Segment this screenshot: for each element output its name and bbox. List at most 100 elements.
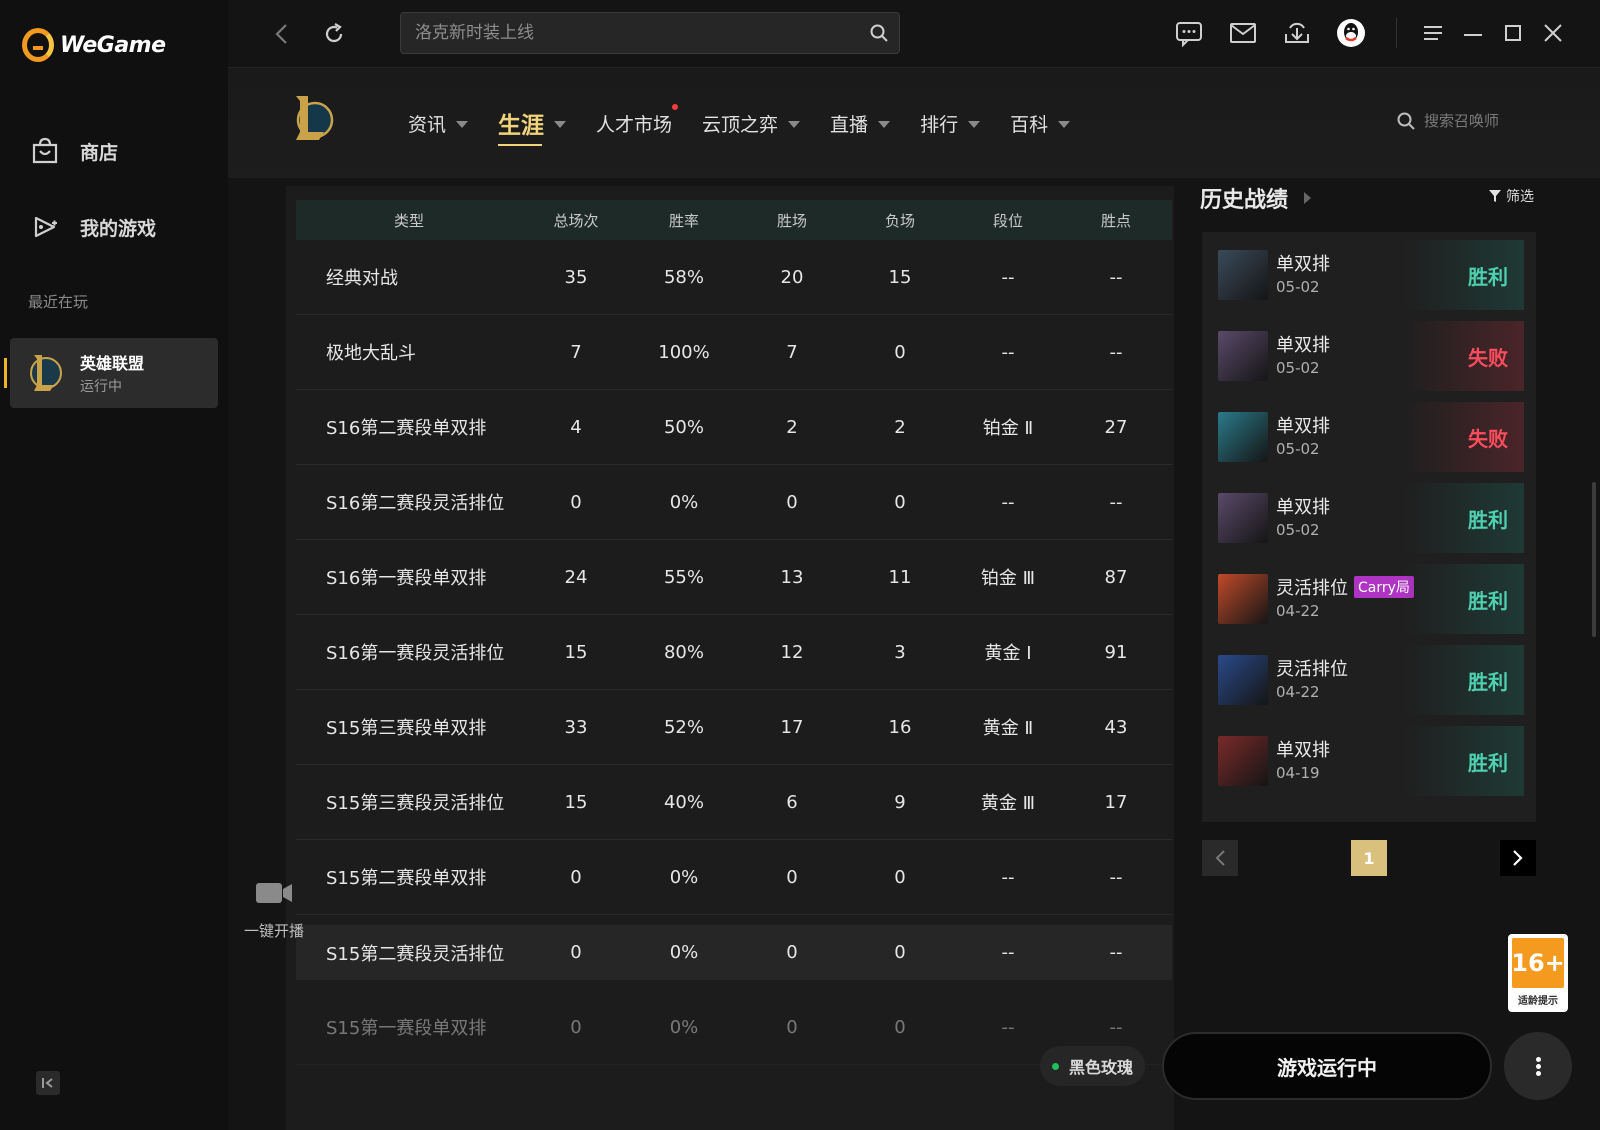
mail-icon[interactable] [1228,18,1258,48]
table-row[interactable]: S16第一赛段单双排 24 55% 13 11 铂金 Ⅲ 87 [296,540,1172,615]
cell-losses: 3 [894,641,906,663]
match-history-item[interactable]: 单双排 05-02 失败 [1218,321,1524,391]
match-mode-text: 单双排 [1276,740,1330,761]
tab-ranking[interactable]: 排行 [920,106,981,140]
filter-label: 筛选 [1506,189,1534,205]
tab-talent-market[interactable]: 人才市场 [596,104,679,140]
download-icon[interactable] [1282,18,1312,48]
match-result: 胜利 [1404,726,1524,796]
sidebar-item-label: 商店 [80,141,119,164]
tab-live[interactable]: 直播 [830,106,891,140]
header-wins: 胜场 [776,211,807,230]
cell-losses: 2 [894,416,906,438]
header-tier: 段位 [992,211,1023,230]
table-row[interactable]: S16第一赛段灵活排位 15 80% 12 3 黄金 Ⅰ 91 [296,615,1172,690]
next-page-button[interactable] [1500,840,1536,876]
cell-winrate: 55% [663,566,704,588]
cell-total: 4 [570,416,582,438]
search-icon[interactable] [869,23,889,43]
sidebar-item-shop[interactable]: 商店 [30,136,118,166]
table-row[interactable]: 经典对战 35 58% 20 15 -- -- [296,240,1172,315]
cell-total: 0 [570,942,582,963]
match-history-item[interactable]: 灵活排位 04-22 胜利 [1218,645,1524,715]
lol-logo-icon[interactable] [288,92,336,144]
cell-lp: 17 [1104,791,1128,813]
refresh-icon [325,23,343,43]
tab-label: 百科 [1010,113,1049,136]
history-title[interactable]: 历史战绩 [1200,182,1312,214]
back-button[interactable] [268,20,296,48]
tab-career[interactable]: 生涯 [498,106,567,146]
server-selector[interactable]: 黑色玫瑰 [1040,1046,1146,1086]
maximize-icon[interactable] [1498,18,1528,48]
history-title-text: 历史战绩 [1200,188,1289,213]
more-options-button[interactable] [1504,1032,1572,1100]
cell-type: S15第二赛段灵活排位 [326,943,505,965]
sidebar-item-my-games[interactable]: 我的游戏 [30,212,156,242]
table-header: 类型 总场次 胜率 胜场 负场 段位 胜点 [296,200,1172,240]
table-row[interactable]: S15第三赛段灵活排位 15 40% 6 9 黄金 Ⅲ 17 [296,765,1172,840]
cell-lp: -- [1109,266,1123,288]
menu-icon[interactable] [1418,18,1448,48]
collapse-sidebar-button[interactable] [36,1071,60,1095]
champion-avatar [1218,412,1268,462]
recent-game-lol[interactable]: 英雄联盟 运行中 [4,338,218,408]
caret-down-icon [788,120,801,128]
age-rating-badge[interactable]: 16+ 适龄提示 [1508,934,1568,1012]
header-winrate: 胜率 [668,211,699,230]
cell-lp: 91 [1104,641,1128,663]
global-search[interactable] [400,12,900,54]
refresh-button[interactable] [320,20,348,48]
cell-tier: 黄金 Ⅰ [984,643,1032,664]
wegame-logo[interactable]: WeGame [22,28,166,62]
match-history-item[interactable]: 单双排 04-19 胜利 [1218,726,1524,796]
header-lp: 胜点 [1100,211,1131,230]
cell-lp: 87 [1104,566,1128,588]
table-row[interactable]: S16第二赛段灵活排位 0 0% 0 0 -- -- [296,465,1172,540]
cell-lp: -- [1109,866,1123,888]
game-running-button[interactable]: 游戏运行中 [1162,1032,1492,1100]
shop-icon [32,137,58,164]
match-mode: 单双排 [1276,412,1330,438]
table-row[interactable]: S15第二赛段灵活排位 0 0% 0 0 -- -- [296,925,1172,980]
match-result: 失败 [1404,321,1524,391]
table-row[interactable]: S15第一赛段单双排 0 0% 0 0 -- -- [296,990,1172,1065]
stats-table: 类型 总场次 胜率 胜场 负场 段位 胜点 经典对战 35 58% 20 15 -- -- 极… [296,200,1172,1065]
cell-winrate: 100% [658,341,710,363]
champion-avatar [1218,574,1268,624]
page-1-button[interactable]: 1 [1351,840,1387,876]
cell-tier: -- [1001,942,1015,963]
cell-losses: 0 [894,491,906,513]
one-click-stream-button[interactable]: 一键开播 [242,880,306,941]
close-icon[interactable] [1538,18,1568,48]
chat-icon[interactable] [1174,18,1204,48]
match-mode: 灵活排位 [1276,655,1348,681]
summoner-search[interactable]: 搜索召唤师 [1396,110,1499,131]
minimize-icon[interactable] [1458,18,1488,48]
match-history-item[interactable]: 单双排 05-02 失败 [1218,402,1524,472]
header-total: 总场次 [553,211,599,230]
match-history-item[interactable]: 单双排 05-02 胜利 [1218,240,1524,310]
table-row[interactable]: S15第三赛段单双排 33 52% 17 16 黄金 Ⅱ 43 [296,690,1172,765]
topbar [228,0,1600,68]
video-camera-icon [256,883,292,903]
table-row[interactable]: 极地大乱斗 7 100% 7 0 -- -- [296,315,1172,390]
scrollbar[interactable] [1592,482,1596,637]
cell-type: 经典对战 [326,268,398,289]
search-input[interactable] [415,21,855,45]
tab-label: 云顶之弈 [702,113,779,136]
table-row[interactable]: S15第二赛段单双排 0 0% 0 0 -- -- [296,840,1172,915]
filter-button[interactable]: 筛选 [1488,186,1534,206]
match-history-item[interactable]: 灵活排位 Carry局 04-22 胜利 [1218,564,1524,634]
match-history-item[interactable]: 单双排 05-02 胜利 [1218,483,1524,553]
cell-losses: 0 [894,942,906,963]
prev-page-button[interactable] [1202,840,1238,876]
cell-tier: -- [1001,1016,1015,1038]
cell-winrate: 0% [669,491,699,513]
table-row[interactable]: S16第二赛段单双排 4 50% 2 2 铂金 Ⅱ 27 [296,390,1172,465]
gamepad-icon [34,216,57,238]
qq-avatar-icon[interactable] [1336,18,1366,48]
tab-tft[interactable]: 云顶之弈 [702,106,801,140]
tab-news[interactable]: 资讯 [408,106,469,140]
tab-wiki[interactable]: 百科 [1010,106,1071,140]
